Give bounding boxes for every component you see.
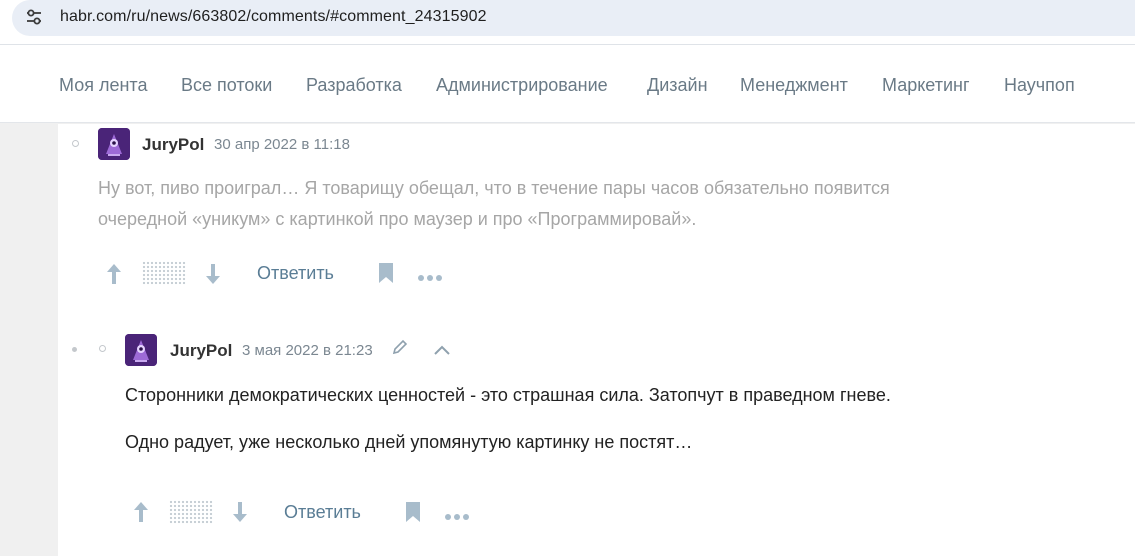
bookmark-icon[interactable]: [404, 501, 422, 528]
thread-marker[interactable]: [72, 140, 79, 147]
reply-button[interactable]: Ответить: [257, 263, 334, 284]
nav-item-my-feed[interactable]: Моя лента: [59, 75, 147, 96]
bookmark-icon[interactable]: [377, 262, 395, 289]
downvote-icon[interactable]: [204, 262, 222, 291]
comment-text: Сторонники демократических ценностей - э…: [125, 385, 891, 405]
nav-item-all-flows[interactable]: Все потоки: [181, 75, 272, 96]
edited-pencil-icon: [391, 338, 409, 361]
url-text[interactable]: habr.com/ru/news/663802/comments/#commen…: [60, 8, 487, 26]
browser-address-bar: habr.com/ru/news/663802/comments/#commen…: [0, 0, 1135, 44]
avatar[interactable]: [125, 334, 157, 366]
chevron-up-icon[interactable]: [433, 343, 451, 361]
upvote-icon[interactable]: [105, 262, 123, 291]
comment-text: Ну вот, пиво проиграл… Я товарищу обещал…: [98, 178, 890, 198]
avatar[interactable]: [98, 128, 130, 160]
more-icon[interactable]: [417, 269, 443, 287]
more-icon[interactable]: [444, 508, 470, 526]
comment-date[interactable]: 30 апр 2022 в 11:18: [214, 136, 350, 153]
comment-text: очередной «уникум» с картинкой про маузе…: [98, 209, 697, 229]
comments-section: JuryPol 30 апр 2022 в 11:18 Ну вот, пиво…: [58, 124, 1135, 556]
nav-item-administration[interactable]: Администрирование: [436, 75, 608, 96]
reply-button[interactable]: Ответить: [284, 502, 361, 523]
nav-item-management[interactable]: Менеджмент: [740, 75, 848, 96]
nav-item-development[interactable]: Разработка: [306, 75, 402, 96]
comment-date[interactable]: 3 мая 2022 в 21:23: [242, 342, 373, 359]
nav-item-marketing[interactable]: Маркетинг: [882, 75, 970, 96]
comment-author[interactable]: JuryPol: [142, 135, 204, 155]
comment-text: Одно радует, уже несколько дней упомянут…: [125, 432, 693, 452]
nav-item-popular-science[interactable]: Научпоп: [1004, 75, 1075, 96]
upvote-icon[interactable]: [132, 500, 150, 529]
comment-author[interactable]: JuryPol: [170, 341, 232, 361]
downvote-icon[interactable]: [231, 500, 249, 529]
nav-item-design[interactable]: Дизайн: [647, 75, 708, 96]
score-placeholder: [169, 500, 213, 524]
thread-marker[interactable]: [99, 345, 106, 352]
top-nav: Моя лента Все потоки Разработка Админист…: [0, 44, 1135, 123]
score-placeholder: [142, 261, 186, 285]
tune-icon[interactable]: [24, 7, 44, 27]
thread-marker-parent: [72, 347, 77, 352]
